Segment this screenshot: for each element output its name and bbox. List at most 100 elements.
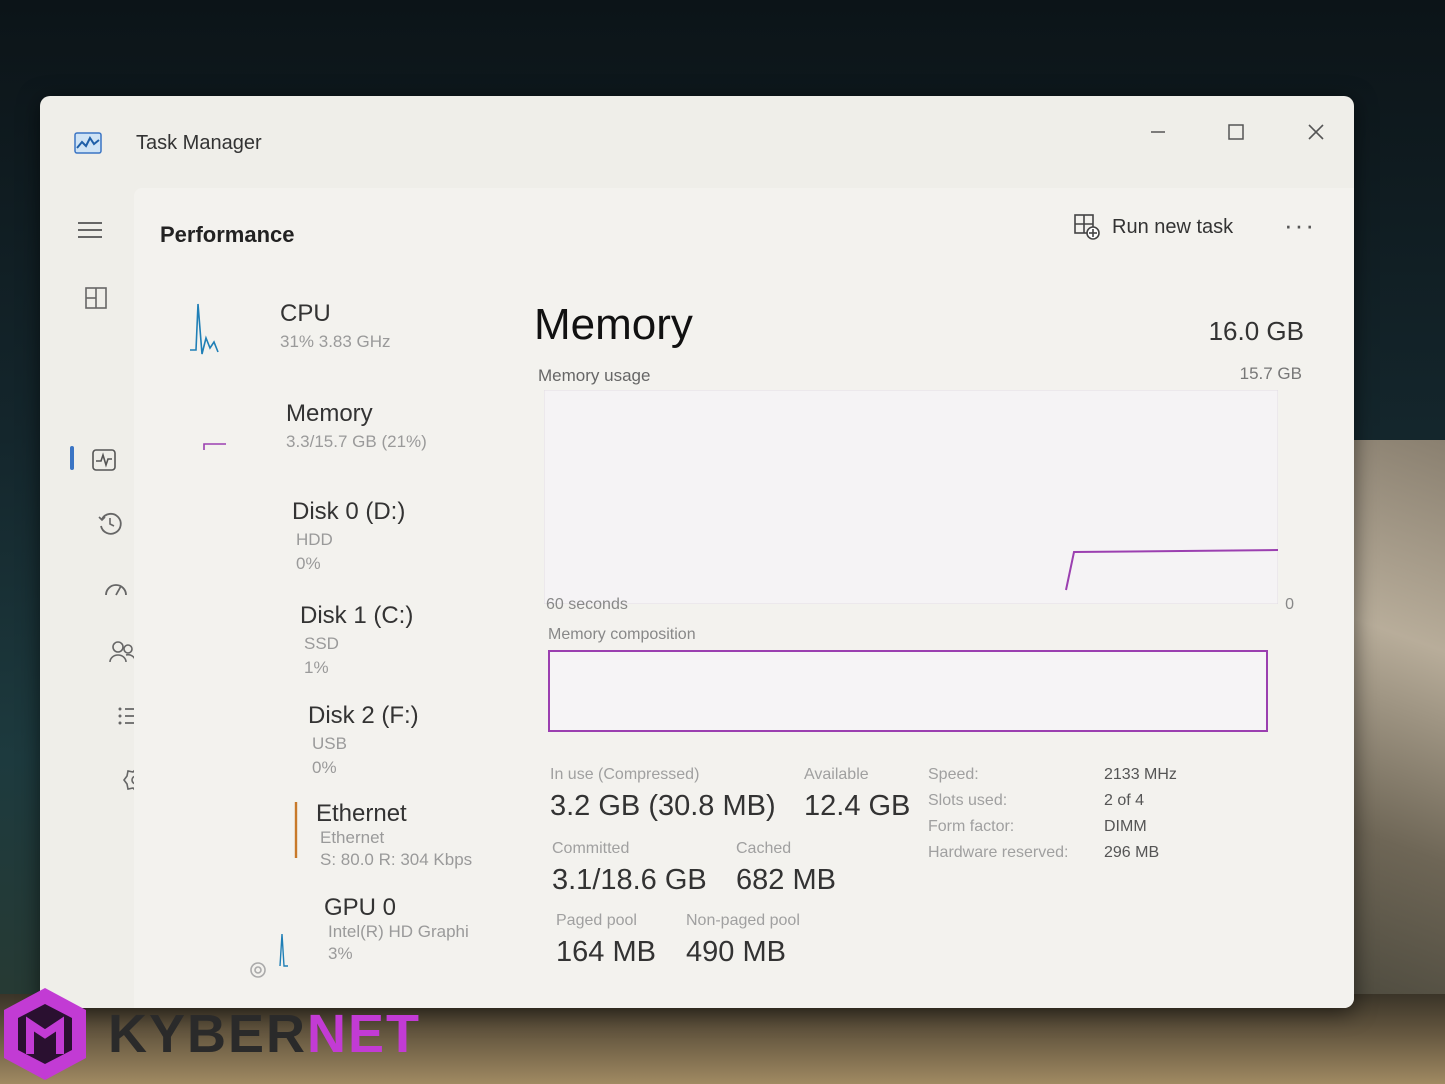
stat-available: Available 12.4 GB	[804, 766, 910, 823]
device-item-ethernet[interactable]: Ethernet Ethernet S: 80.0 R: 304 Kbps	[134, 790, 494, 884]
detail-key: Speed:	[928, 766, 979, 783]
stat-non-paged-pool: Non-paged pool 490 MB	[686, 912, 800, 969]
device-type: USB	[312, 734, 347, 753]
device-type: SSD	[304, 634, 339, 653]
navigation-rail	[40, 188, 149, 1008]
task-manager-window: Task Manager Performance Run new task ··…	[40, 96, 1354, 1008]
speedometer-icon	[105, 584, 127, 596]
device-name: CPU	[280, 300, 331, 327]
device-stat: S: 80.0 R: 304 Kbps	[320, 850, 473, 869]
graph-time-span: 60 seconds	[546, 596, 628, 613]
device-item-disk-0[interactable]: Disk 0 (D:) HDD 0%	[134, 488, 494, 582]
stat-value: 682 MB	[736, 864, 836, 896]
device-stat: 0%	[296, 554, 321, 573]
nav-app-history[interactable]	[92, 506, 128, 542]
performance-pulse-icon	[92, 449, 116, 471]
kybernet-logo-icon	[4, 988, 86, 1080]
processes-grid-icon	[85, 287, 107, 309]
page-title: Performance	[160, 222, 295, 247]
window-title: Task Manager	[136, 132, 262, 154]
gpu-thumbnail-graph	[279, 933, 288, 967]
nav-performance[interactable]	[86, 442, 122, 478]
device-name: Disk 0 (D:)	[292, 498, 406, 525]
hamburger-icon	[78, 222, 102, 238]
stat-committed: Committed 3.1/18.6 GB	[552, 840, 707, 897]
detail-value: DIMM	[1104, 818, 1147, 835]
device-name: Memory	[286, 400, 373, 427]
device-stat: 31% 3.83 GHz	[280, 332, 391, 351]
nav-startup-apps[interactable]	[98, 570, 134, 606]
nav-processes[interactable]	[78, 280, 114, 316]
stat-value: 490 MB	[686, 936, 786, 968]
detail-value: 2133 MHz	[1104, 766, 1177, 783]
memory-detail-panel: Memory 16.0 GB Memory usage 15.7 GB 60 s…	[534, 290, 1314, 1008]
device-name: Disk 2 (F:)	[308, 702, 419, 729]
minimize-icon	[1151, 131, 1165, 133]
device-item-cpu[interactable]: CPU 31% 3.83 GHz	[134, 290, 494, 384]
detail-key: Form factor:	[928, 818, 1015, 835]
detail-key: Slots used:	[928, 792, 1008, 809]
device-type: HDD	[296, 530, 333, 549]
run-task-icon	[1074, 214, 1100, 240]
detail-key: Hardware reserved:	[928, 844, 1069, 861]
close-button[interactable]	[1298, 114, 1334, 150]
memory-heading: Memory	[534, 300, 693, 349]
stat-label: In use (Compressed)	[550, 766, 700, 783]
stat-label: Committed	[552, 840, 630, 857]
memory-thumbnail-graph	[203, 443, 226, 450]
kybernet-watermark: KYBERNET	[0, 984, 421, 1084]
users-icon	[109, 641, 136, 663]
device-stat: 1%	[304, 658, 329, 677]
device-name: Ethernet	[316, 800, 407, 827]
maximize-button[interactable]	[1218, 114, 1254, 150]
stat-value: 12.4 GB	[804, 790, 911, 822]
stat-in-use: In use (Compressed) 3.2 GB (30.8 MB)	[550, 766, 776, 823]
stat-label: Paged pool	[556, 912, 637, 929]
device-name: GPU 0	[324, 894, 397, 921]
ethernet-thumbnail-graph	[294, 802, 298, 858]
kybernet-wordmark: KYBERNET	[108, 1004, 422, 1064]
stat-label: Non-paged pool	[686, 912, 800, 929]
device-item-disk-1[interactable]: Disk 1 (C:) SSD 1%	[134, 592, 494, 686]
settings-button[interactable]	[248, 960, 268, 986]
memory-composition-label: Memory composition	[548, 626, 696, 643]
memory-usage-max: 15.7 GB	[1239, 364, 1302, 383]
stat-label: Available	[804, 766, 869, 783]
device-stat: 3%	[328, 944, 353, 963]
task-manager-app-icon	[74, 132, 102, 154]
stat-value: 164 MB	[556, 936, 656, 968]
stat-paged-pool: Paged pool 164 MB	[556, 912, 656, 969]
device-item-memory[interactable]: Memory 3.3/15.7 GB (21%)	[134, 390, 494, 484]
stat-label: Cached	[736, 840, 792, 857]
performance-page: Performance Run new task ··· CPU 31% 3.8…	[134, 188, 1354, 1008]
memory-composition-bar	[548, 650, 1268, 732]
more-options-button[interactable]: ···	[1284, 210, 1316, 241]
graph-min-value: 0	[1285, 596, 1294, 613]
device-name: Disk 1 (C:)	[300, 602, 414, 629]
memory-total: 16.0 GB	[1208, 316, 1304, 346]
device-type: Intel(R) HD Graphi	[328, 922, 469, 941]
title-bar[interactable]: Task Manager	[40, 96, 1354, 188]
history-clock-icon	[98, 512, 122, 535]
device-item-gpu-0[interactable]: GPU 0 Intel(R) HD Graphi 3%	[134, 884, 494, 978]
minimize-button[interactable]	[1140, 114, 1176, 150]
device-type: Ethernet	[320, 828, 385, 847]
device-stat: 0%	[312, 758, 337, 777]
memory-usage-graph	[544, 390, 1278, 604]
stat-value: 3.2 GB (30.8 MB)	[550, 790, 776, 822]
device-item-disk-2[interactable]: Disk 2 (F:) USB 0%	[134, 692, 494, 786]
memory-usage-label: Memory usage	[538, 366, 651, 385]
run-new-task-button[interactable]: Run new task	[1074, 214, 1233, 240]
detail-value: 296 MB	[1104, 844, 1160, 861]
maximize-icon	[1228, 124, 1244, 140]
detail-value: 2 of 4	[1104, 792, 1145, 809]
settings-gear-icon	[250, 962, 266, 978]
close-icon	[1308, 124, 1324, 140]
cpu-thumbnail-graph	[190, 303, 219, 355]
device-stat: 3.3/15.7 GB (21%)	[286, 432, 427, 451]
run-new-task-label: Run new task	[1112, 215, 1234, 238]
stat-value: 3.1/18.6 GB	[552, 864, 707, 896]
nav-active-indicator	[70, 446, 74, 470]
hamburger-menu-button[interactable]	[72, 212, 108, 248]
stat-cached: Cached 682 MB	[736, 840, 836, 897]
